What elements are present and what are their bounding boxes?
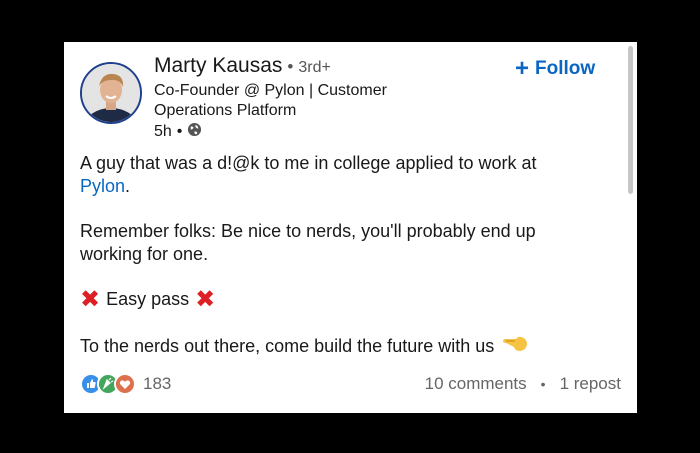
reaction-count: 183 (143, 374, 172, 393)
author-name[interactable]: Marty Kausas (154, 54, 282, 78)
post-header: Marty Kausas • 3rd+ Co-Founder @ Pylon |… (154, 54, 414, 142)
cross-mark-icon: ✖ (80, 285, 101, 313)
post-line-3: Easy pass (106, 289, 190, 309)
separator-dot: • (176, 123, 183, 140)
post-line-1-end: . (125, 176, 131, 196)
engagement-stats: 10 comments • 1 repost (425, 374, 621, 394)
post-body: A guy that was a d!@k to me in college a… (80, 152, 600, 359)
follow-label: Follow (535, 58, 596, 79)
company-link[interactable]: Pylon (80, 176, 125, 196)
separator-dot: • (540, 376, 546, 392)
globe-icon (187, 122, 202, 142)
avatar[interactable] (80, 62, 142, 124)
post-paragraph-3: ✖ Easy pass ✖ (80, 285, 600, 313)
post-line-4: To the nerds out there, come build the f… (80, 335, 495, 356)
pointing-hand-icon (502, 333, 528, 359)
post-paragraph-1: A guy that was a d!@k to me in college a… (80, 152, 600, 198)
reactions-summary[interactable]: 183 (80, 373, 171, 395)
post-paragraph-4: To the nerds out there, come build the f… (80, 333, 600, 359)
connection-degree: 3rd+ (298, 59, 331, 76)
plus-icon: + (515, 55, 530, 82)
separator-dot: • (287, 57, 294, 76)
love-icon (114, 373, 136, 395)
scrollbar[interactable] (628, 46, 633, 194)
comments-count-link[interactable]: 10 comments (425, 374, 527, 394)
post-time: 5h (154, 123, 172, 140)
author-headline: Co-Founder @ Pylon | Customer Operations… (154, 82, 387, 119)
post-footer: 183 10 comments • 1 repost (80, 372, 621, 396)
post-paragraph-2: Remember folks: Be nice to nerds, you'll… (80, 221, 536, 264)
cross-mark-icon: ✖ (195, 285, 216, 313)
post-card: Marty Kausas • 3rd+ Co-Founder @ Pylon |… (64, 42, 637, 413)
follow-button[interactable]: + Follow (515, 55, 596, 82)
post-line-1: A guy that was a d!@k to me in college a… (80, 153, 537, 173)
reposts-count-link[interactable]: 1 repost (560, 374, 621, 394)
